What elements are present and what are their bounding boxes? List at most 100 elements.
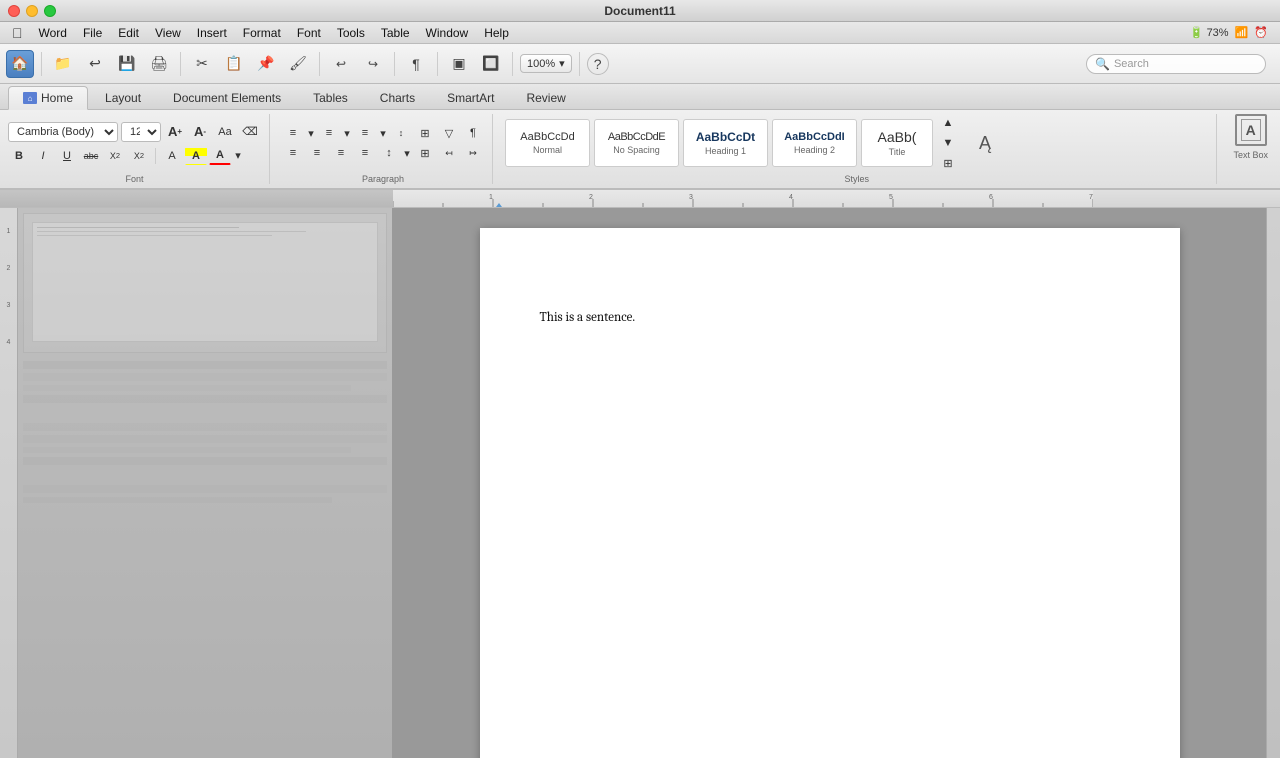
menu-table[interactable]: Table [373, 24, 418, 42]
align-right-btn[interactable]: ≡ [330, 144, 352, 162]
styles-group-label: Styles [844, 174, 869, 184]
font-size-select[interactable]: 12 [121, 122, 161, 142]
menu-format[interactable]: Format [235, 24, 289, 42]
text-highlight-btn[interactable]: A [185, 147, 207, 165]
tab-document-elements[interactable]: Document Elements [158, 86, 296, 109]
pilcrow2-btn[interactable]: ¶ [462, 124, 484, 142]
minimize-button[interactable] [26, 5, 38, 17]
print-btn[interactable]: 🖨 [145, 50, 173, 78]
sort-btn[interactable]: ↕ [390, 124, 412, 142]
open-btn[interactable]: 📁 [49, 50, 77, 78]
format-painter-btn[interactable]: 🖌 [284, 50, 312, 78]
menu-insert[interactable]: Insert [189, 24, 235, 42]
style-title[interactable]: AaBb( Title [861, 119, 933, 167]
shrink-font-btn[interactable]: A- [189, 123, 211, 141]
search-bar[interactable]: 🔍 Search [1086, 54, 1266, 74]
numbering-dropdown[interactable]: ▾ [342, 124, 352, 142]
superscript-btn[interactable]: X2 [128, 147, 150, 165]
paragraph-group: ≡ ▾ ≡ ▾ ≡ ▾ ↕ ⊞ ▽ ¶ ≡ ≡ ≡ ≡ ↕ ▾ [282, 114, 493, 184]
justify-btn[interactable]: ≡ [354, 144, 376, 162]
tab-home[interactable]: ⌂ Home [8, 86, 88, 110]
document-page[interactable]: This is a sentence. | [480, 228, 1180, 758]
paste-btn[interactable]: 📌 [252, 50, 280, 78]
indent-increase-btn[interactable]: ↦ [462, 144, 484, 162]
menu-edit[interactable]: Edit [110, 24, 147, 42]
menu-file[interactable]: File [75, 24, 110, 42]
bold-btn[interactable]: B [8, 147, 30, 165]
line-spacing-btn[interactable]: ↕ [378, 144, 400, 162]
columns-btn[interactable]: ⊞ [414, 144, 436, 162]
text-effects-btn[interactable]: A [161, 147, 183, 165]
align-left-btn[interactable]: ≡ [282, 144, 304, 162]
font-color-dropdown[interactable]: ▾ [233, 147, 243, 165]
window-controls[interactable] [8, 5, 56, 17]
right-scrollbar[interactable] [1266, 208, 1280, 758]
style-no-spacing[interactable]: AaBbCcDdE No Spacing [594, 119, 679, 167]
bullets-dropdown[interactable]: ▾ [306, 124, 316, 142]
tab-charts[interactable]: Charts [365, 86, 430, 109]
styles-up-btn[interactable]: ▲ [937, 114, 959, 132]
view-btn[interactable]: ▣ [445, 50, 473, 78]
cut-btn[interactable]: ✂ [188, 50, 216, 78]
italic-btn[interactable]: I [32, 147, 54, 165]
borders-btn[interactable]: ⊞ [414, 124, 436, 142]
underline-btn[interactable]: U [56, 147, 78, 165]
multilevel-dropdown[interactable]: ▾ [378, 124, 388, 142]
tab-layout[interactable]: Layout [90, 86, 156, 109]
redo-btn[interactable]: ↪ [359, 50, 387, 78]
font-color-btn[interactable]: A [209, 147, 231, 165]
text-box-button[interactable]: A [1235, 114, 1267, 146]
subscript-btn[interactable]: X2 [104, 147, 126, 165]
tab-tables[interactable]: Tables [298, 86, 363, 109]
font-family-select[interactable]: Cambria (Body) [8, 122, 118, 142]
change-case-btn[interactable]: Aa [214, 123, 236, 141]
save-btn[interactable]: 💾 [113, 50, 141, 78]
document-area[interactable]: This is a sentence. | [393, 208, 1266, 758]
apple-menu[interactable]:  [4, 25, 31, 41]
home-toolbar-btn[interactable]: 🏠 [6, 50, 34, 78]
tab-smartart[interactable]: SmartArt [432, 86, 509, 109]
menu-word[interactable]: Word [31, 24, 75, 42]
close-button[interactable] [8, 5, 20, 17]
help-btn[interactable]: ? [587, 53, 609, 75]
document-text[interactable]: This is a sentence. [540, 308, 1120, 328]
search-input[interactable]: Search [1114, 58, 1257, 70]
grow-font-btn[interactable]: A+ [164, 123, 186, 141]
pilcrow-btn[interactable]: ¶ [402, 50, 430, 78]
styles-more-btn[interactable]: ⊞ [937, 154, 959, 172]
bullets-btn[interactable]: ≡ [282, 124, 304, 142]
copy-btn[interactable]: 📋 [220, 50, 248, 78]
style-heading2[interactable]: AaBbCcDdI Heading 2 [772, 119, 857, 167]
separator-4 [394, 52, 395, 76]
style-normal[interactable]: AaBbCcDd Normal [505, 119, 590, 167]
indent-decrease-btn[interactable]: ↤ [438, 144, 460, 162]
strikethrough-btn[interactable]: abc [80, 147, 102, 165]
style-nospace-preview: AaBbCcDdE [608, 131, 665, 143]
sidebar-document-area [18, 208, 392, 758]
undo2-btn[interactable]: ↩ [327, 50, 355, 78]
menu-font[interactable]: Font [289, 24, 329, 42]
undo-btn[interactable]: ↩ [81, 50, 109, 78]
tab-review[interactable]: Review [511, 86, 580, 109]
sidebar-pages [23, 213, 387, 503]
numbering-btn[interactable]: ≡ [318, 124, 340, 142]
sidebar-btn[interactable]: 🔲 [477, 50, 505, 78]
change-styles-btn[interactable]: Ą [967, 125, 1003, 161]
search-icon: 🔍 [1095, 57, 1110, 71]
multilevel-btn[interactable]: ≡ [354, 124, 376, 142]
window-title: Document11 [604, 4, 675, 18]
menu-tools[interactable]: Tools [329, 24, 373, 42]
menu-help[interactable]: Help [476, 24, 517, 42]
style-heading1[interactable]: AaBbCcDt Heading 1 [683, 119, 768, 167]
line-spacing-dropdown[interactable]: ▾ [402, 144, 412, 162]
align-center-btn[interactable]: ≡ [306, 144, 328, 162]
clear-format-btn[interactable]: ⌫ [239, 123, 261, 141]
maximize-button[interactable] [44, 5, 56, 17]
font-group-label: Font [125, 174, 143, 184]
zoom-control[interactable]: 100% ▾ [520, 54, 572, 73]
styles-down-btn[interactable]: ▼ [937, 134, 959, 152]
menu-window[interactable]: Window [418, 24, 477, 42]
menu-view[interactable]: View [147, 24, 189, 42]
shading-btn[interactable]: ▽ [438, 124, 460, 142]
zoom-dropdown-icon[interactable]: ▾ [559, 57, 565, 70]
